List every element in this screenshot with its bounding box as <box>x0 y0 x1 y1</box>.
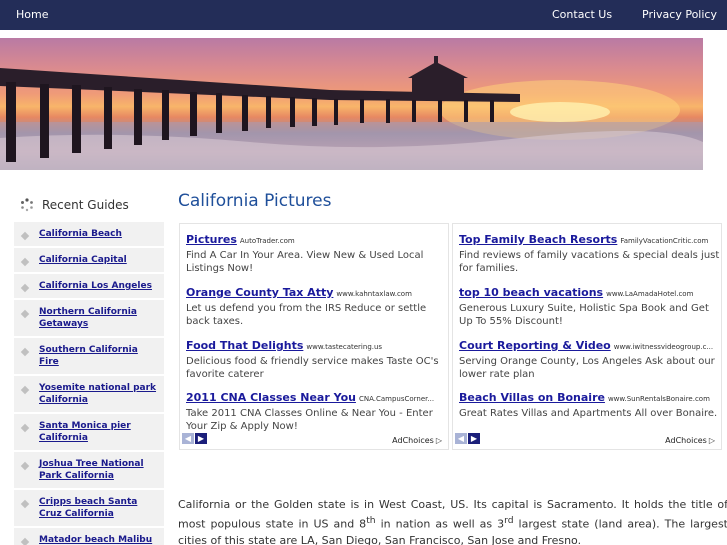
ad-domain: FamilyVacationCritic.com <box>620 237 709 245</box>
chevron-right-icon[interactable]: ▶ <box>195 433 207 444</box>
ad-unit: Food That Delights www.tastecatering.us D… <box>186 334 448 381</box>
adchoices-link[interactable]: AdChoices ▷ <box>665 436 715 445</box>
adchoices-triangle-icon: ▷ <box>708 436 715 445</box>
intro-paragraph: California or the Golden state is in Wes… <box>178 497 727 545</box>
ad-text: Great Rates Villas and Apartments All ov… <box>459 408 718 419</box>
ad-domain: www.iwitnessvideogroup.c... <box>613 343 714 351</box>
paragraph-superscript: rd <box>504 515 514 526</box>
sidebar-item: Matador beach Malibu California <box>14 528 164 545</box>
ad-text: Find reviews of family vacations & speci… <box>459 250 720 274</box>
adchoices-link[interactable]: AdChoices ▷ <box>392 436 442 445</box>
sidebar-item: California Beach <box>14 222 164 248</box>
ad-text: Take 2011 CNA Classes Online & Near You … <box>186 408 433 432</box>
sidebar-link-santa-monica-pier[interactable]: Santa Monica pier California <box>23 420 158 444</box>
ad-domain: www.tastecatering.us <box>306 343 383 351</box>
sidebar-link-california-los-angeles[interactable]: California Los Angeles <box>23 280 158 292</box>
ad-box-right: Top Family Beach Resorts FamilyVacationCr… <box>452 223 722 450</box>
ad-title-link[interactable]: Top Family Beach Resorts <box>459 233 617 246</box>
sidebar-link-california-capital[interactable]: California Capital <box>23 254 158 266</box>
sidebar-link-matador-beach[interactable]: Matador beach Malibu California <box>23 534 158 545</box>
chevron-right-icon[interactable]: ▶ <box>468 433 480 444</box>
sidebar-link-northern-california-getaways[interactable]: Northern California Getaways <box>23 306 158 330</box>
sidebar-link-southern-california-fire[interactable]: Southern California Fire <box>23 344 158 368</box>
ad-title-link[interactable]: Orange County Tax Atty <box>186 286 333 299</box>
sidebar-link-yosemite-national-park[interactable]: Yosemite national park California <box>23 382 158 406</box>
top-nav: Home Contact Us Privacy Policy <box>0 0 727 30</box>
ad-text: Find A Car In Your Area. View New & Used… <box>186 250 424 274</box>
ad-domain: www.SunRentalsBonaire.com <box>607 395 710 403</box>
sidebar-link-joshua-tree[interactable]: Joshua Tree National Park California <box>23 458 158 482</box>
sidebar-item: Yosemite national park California <box>14 376 164 414</box>
sidebar-item: Northern California Getaways <box>14 300 164 338</box>
ad-text: Generous Luxury Suite, Holistic Spa Book… <box>459 303 709 327</box>
ad-text: Delicious food & friendly service makes … <box>186 356 439 380</box>
paragraph-superscript: th <box>366 515 376 526</box>
nav-privacy-link[interactable]: Privacy Policy <box>642 8 717 21</box>
ad-title-link[interactable]: Pictures <box>186 233 237 246</box>
header-banner-image <box>0 38 703 170</box>
sidebar: Recent Guides California Beach Californi… <box>14 186 164 545</box>
ad-domain: AutoTrader.com <box>239 237 295 245</box>
chevron-left-icon[interactable]: ◀ <box>455 433 467 444</box>
adchoices-triangle-icon: ▷ <box>435 436 442 445</box>
ad-text: Serving Orange County, Los Angeles Ask a… <box>459 356 715 380</box>
ad-title-link[interactable]: top 10 beach vacations <box>459 286 603 299</box>
ad-title-link[interactable]: Beach Villas on Bonaire <box>459 391 605 404</box>
ad-unit: Top Family Beach Resorts FamilyVacationCr… <box>459 228 721 275</box>
ad-unit: Court Reporting & Video www.iwitnessvideo… <box>459 334 721 381</box>
ad-domain: www.LaAmadaHotel.com <box>606 290 694 298</box>
sidebar-link-cripps-beach[interactable]: Cripps beach Santa Cruz California <box>23 496 158 520</box>
sidebar-item: Joshua Tree National Park California <box>14 452 164 490</box>
ad-text: Let us defend you from the IRS Reduce or… <box>186 303 427 327</box>
ad-unit: Beach Villas on Bonaire www.SunRentalsBon… <box>459 386 721 420</box>
ad-unit: Orange County Tax Atty www.kahntaxlaw.com… <box>186 281 448 328</box>
ad-unit: Pictures AutoTrader.com Find A Car In You… <box>186 228 448 275</box>
ad-title-link[interactable]: 2011 CNA Classes Near You <box>186 391 356 404</box>
ad-title-link[interactable]: Food That Delights <box>186 339 303 352</box>
ad-title-link[interactable]: Court Reporting & Video <box>459 339 611 352</box>
sidebar-item: Southern California Fire <box>14 338 164 376</box>
ad-domain: www.kahntaxlaw.com <box>336 290 412 298</box>
ad-pagination: ◀ ▶ <box>455 426 481 445</box>
page-title: California Pictures <box>178 191 332 211</box>
sidebar-item: California Los Angeles <box>14 274 164 300</box>
sidebar-item: California Capital <box>14 248 164 274</box>
adchoices-label: AdChoices <box>665 436 707 445</box>
adchoices-label: AdChoices <box>392 436 434 445</box>
sidebar-link-california-beach[interactable]: California Beach <box>23 228 158 240</box>
ad-domain: CNA.CampusCorner... <box>358 395 435 403</box>
spinner-icon <box>21 198 33 212</box>
pier-sunset-illustration <box>0 56 703 170</box>
sidebar-item: Cripps beach Santa Cruz California <box>14 490 164 528</box>
nav-contact-link[interactable]: Contact Us <box>552 8 612 21</box>
sidebar-title: Recent Guides <box>42 198 129 212</box>
paragraph-text: in nation as well as 3 <box>375 517 505 531</box>
ad-unit: top 10 beach vacations www.LaAmadaHotel.c… <box>459 281 721 328</box>
sidebar-header: Recent Guides <box>14 186 164 222</box>
nav-home-link[interactable]: Home <box>16 8 48 21</box>
ad-box-left: Pictures AutoTrader.com Find A Car In You… <box>179 223 449 450</box>
chevron-left-icon[interactable]: ◀ <box>182 433 194 444</box>
ad-unit: 2011 CNA Classes Near You CNA.CampusCorne… <box>186 386 448 433</box>
sidebar-item: Santa Monica pier California <box>14 414 164 452</box>
ad-pagination: ◀ ▶ <box>182 426 208 445</box>
